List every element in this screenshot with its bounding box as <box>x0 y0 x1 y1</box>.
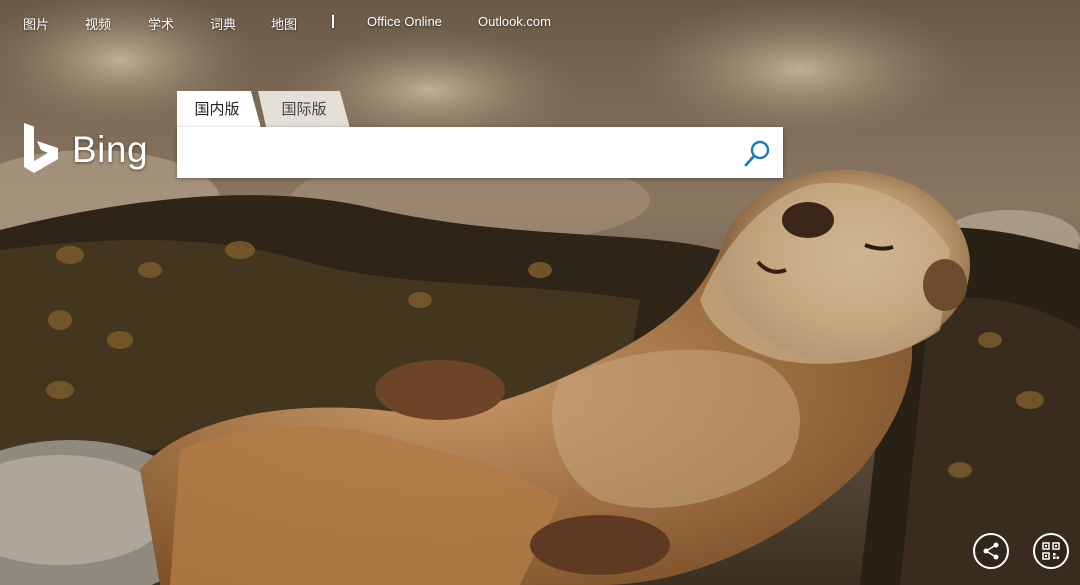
tab-domestic-label: 国内版 <box>194 101 240 118</box>
nav-item-videos[interactable]: 视频 <box>85 14 111 33</box>
magnifier-icon <box>744 140 770 167</box>
nav-separator <box>332 15 334 28</box>
qr-code-button[interactable] <box>1033 533 1069 569</box>
search-input[interactable] <box>189 135 733 171</box>
nav-item-dictionary[interactable]: 词典 <box>210 14 236 33</box>
nav-item-images[interactable]: 图片 <box>23 14 49 33</box>
search-button[interactable] <box>743 138 773 168</box>
nav-link-office-online[interactable]: Office Online <box>367 14 442 29</box>
nav-link-outlook[interactable]: Outlook.com <box>478 14 551 29</box>
tab-domestic[interactable]: 国内版 <box>177 91 261 128</box>
share-icon <box>983 542 999 560</box>
qr-code-icon <box>1042 542 1060 560</box>
tab-international[interactable]: 国际版 <box>258 91 350 128</box>
bing-logo-text: Bing <box>72 129 149 170</box>
nav-item-academic[interactable]: 学术 <box>148 14 174 33</box>
tab-international-label: 国际版 <box>281 101 327 118</box>
share-button[interactable] <box>973 533 1009 569</box>
search-box <box>177 127 783 178</box>
bing-logo-icon <box>24 123 58 173</box>
nav-item-maps[interactable]: 地图 <box>271 14 297 33</box>
top-nav: 图片 视频 学术 词典 地图 Office Online Outlook.com <box>0 0 1080 44</box>
background-photo <box>0 0 1080 585</box>
